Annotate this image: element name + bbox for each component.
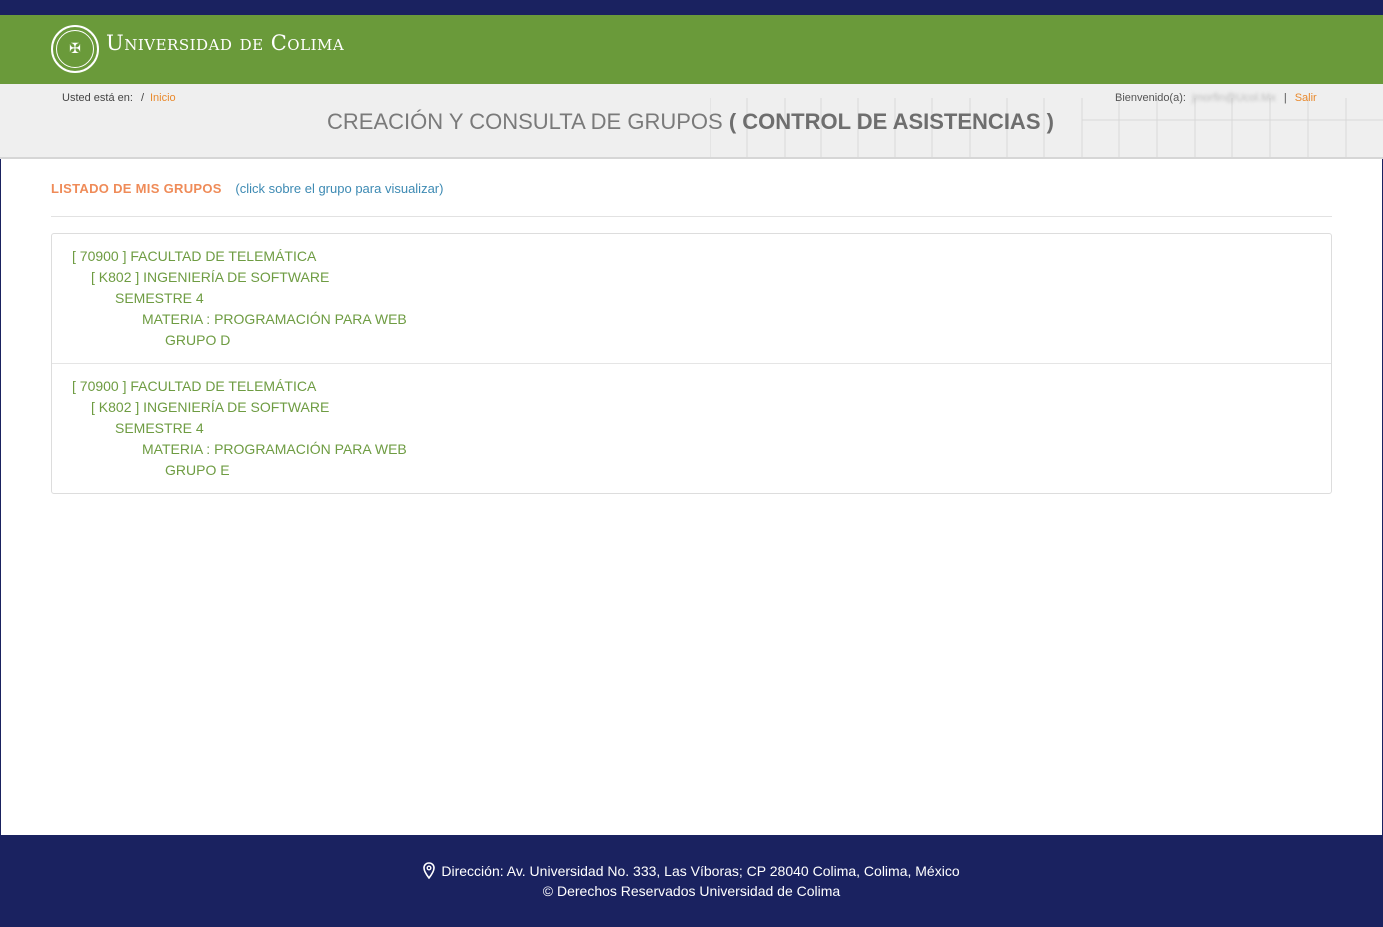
- footer-address: Dirección: Av. Universidad No. 333, Las …: [0, 862, 1383, 879]
- group-subject: MATERIA : PROGRAMACIÓN PARA WEB: [142, 441, 407, 457]
- page-title: CREACIÓN Y CONSULTA DE GRUPOS ( CONTROL …: [327, 108, 1054, 136]
- welcome-separator: |: [1283, 92, 1287, 104]
- page-title-strong: ( CONTROL DE ASISTENCIAS ): [728, 109, 1054, 134]
- welcome-area: Bienvenido(a): jmorfin@Ucol.Mx | Salir: [1115, 92, 1317, 104]
- page-title-main: CREACIÓN Y CONSULTA DE GRUPOS: [327, 109, 723, 134]
- group-subject: MATERIA : PROGRAMACIÓN PARA WEB: [142, 311, 407, 327]
- group-semester: SEMESTRE 4: [115, 290, 204, 306]
- group-semester: SEMESTRE 4: [115, 420, 204, 436]
- group-program: [ K802 ] INGENIERÍA DE SOFTWARE: [91, 399, 330, 415]
- group-item-d[interactable]: [ 70900 ] FACULTAD DE TELEMÁTICA [ K802 …: [52, 234, 1331, 364]
- map-pin-icon: [423, 862, 436, 879]
- breadcrumb-separator: /: [140, 92, 144, 104]
- breadcrumb-home-link[interactable]: Inicio: [150, 92, 176, 104]
- sub-header: Usted está en: / Inicio Bienvenido(a): jmor…: [0, 84, 1383, 159]
- site-footer: Dirección: Av. Universidad No. 333, Las …: [0, 835, 1383, 927]
- group-name: GRUPO E: [165, 462, 230, 478]
- welcome-user: jmorfin@Ucol.Mx: [1191, 92, 1276, 104]
- university-crest-icon[interactable]: ✠: [51, 25, 99, 73]
- site-header: ✠ Universidad de Colima: [0, 15, 1383, 84]
- group-list: [ 70900 ] FACULTAD DE TELEMÁTICA [ K802 …: [51, 233, 1332, 494]
- welcome-label: Bienvenido(a):: [1115, 92, 1186, 104]
- breadcrumb: Usted está en: / Inicio: [62, 92, 176, 104]
- logout-link[interactable]: Salir: [1295, 92, 1317, 104]
- divider: [51, 216, 1332, 217]
- group-item-e[interactable]: [ 70900 ] FACULTAD DE TELEMÁTICA [ K802 …: [52, 364, 1331, 493]
- footer-copyright: © Derechos Reservados Universidad de Col…: [542, 883, 841, 899]
- group-program: [ K802 ] INGENIERÍA DE SOFTWARE: [91, 269, 330, 285]
- group-list-header: LISTADO DE MIS GRUPOS (click sobre el gr…: [51, 181, 443, 196]
- group-list-title: LISTADO DE MIS GRUPOS: [51, 181, 222, 196]
- group-faculty: [ 70900 ] FACULTAD DE TELEMÁTICA: [72, 248, 317, 264]
- group-faculty: [ 70900 ] FACULTAD DE TELEMÁTICA: [72, 378, 317, 394]
- top-bar: [0, 0, 1383, 15]
- brand-title[interactable]: Universidad de Colima: [106, 29, 344, 57]
- footer-address-text: Dirección: Av. Universidad No. 333, Las …: [441, 863, 960, 879]
- breadcrumb-label: Usted está en:: [62, 92, 133, 104]
- group-name: GRUPO D: [165, 332, 231, 348]
- group-list-hint: (click sobre el grupo para visualizar): [235, 181, 444, 196]
